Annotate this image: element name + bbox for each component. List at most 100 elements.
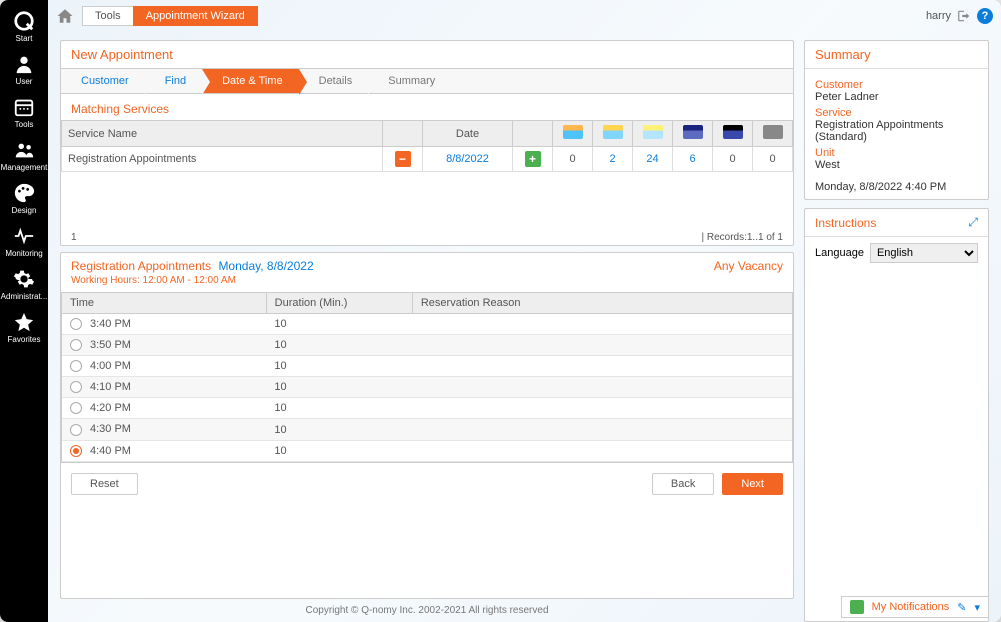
breadcrumb-tools[interactable]: Tools [82, 6, 134, 26]
summary-panel: Summary Customer Peter Ladner Service Re… [804, 40, 989, 200]
slots-scroll[interactable]: 3:40 PM103:50 PM104:00 PM104:10 PM104:20… [61, 314, 793, 463]
col-duration: Duration (Min.) [266, 293, 412, 314]
slot-row[interactable]: 3:50 PM10 [62, 335, 792, 356]
slot-row[interactable]: 4:10 PM10 [62, 377, 792, 398]
instructions-panel: Instructions ⤢ Language English [804, 208, 989, 622]
sidebar-monitoring[interactable]: Monitoring [2, 221, 46, 262]
col-date: Date [423, 121, 513, 147]
slot-row[interactable]: 4:40 PM10 [62, 440, 792, 461]
expand-icon[interactable]: ⤢ [968, 215, 978, 230]
sidebar-favorites[interactable]: Favorites [2, 307, 46, 348]
slots-hours: Working Hours: 12:00 AM - 12:00 AM [71, 275, 314, 286]
notifications-bar[interactable]: My Notifications ✎ ▾ [841, 596, 989, 618]
page-title: New Appointment [61, 41, 793, 68]
sidebar-label: Design [12, 206, 37, 215]
col-minus [383, 121, 423, 147]
sidebar-label: Tools [15, 120, 34, 129]
slot-row[interactable]: 3:40 PM10 [62, 314, 792, 335]
slot-row[interactable]: 4:20 PM10 [62, 398, 792, 419]
sidebar-label: Start [16, 34, 33, 43]
slot-radio[interactable] [70, 445, 82, 457]
star-icon [13, 311, 35, 333]
count-1[interactable]: 0 [553, 147, 593, 172]
step-find[interactable]: Find [145, 69, 202, 93]
col-service: Service Name [62, 121, 383, 147]
edit-icon[interactable]: ✎ [957, 601, 966, 614]
sidebar-admin[interactable]: Administrat... [2, 264, 46, 305]
count-2[interactable]: 2 [609, 153, 615, 165]
main: Tools Appointment Wizard harry ? New App… [48, 0, 1001, 622]
matching-title: Matching Services [61, 94, 793, 120]
gear-icon [13, 268, 35, 290]
summary-service-label: Service [815, 107, 978, 119]
sidebar-start[interactable]: Start [2, 6, 46, 47]
slots-date: Monday, 8/8/2022 [218, 259, 313, 273]
logout-icon[interactable] [957, 9, 971, 23]
col-p4 [673, 121, 713, 147]
step-datetime[interactable]: Date & Time [202, 69, 299, 93]
count-4[interactable]: 6 [689, 153, 695, 165]
language-select[interactable]: English [870, 243, 978, 263]
noon-icon [643, 125, 663, 139]
summary-title: Summary [805, 41, 988, 69]
slot-radio[interactable] [70, 360, 82, 372]
cell-service: Registration Appointments [62, 147, 383, 172]
slot-row[interactable]: 4:00 PM10 [62, 356, 792, 377]
any-vacancy-link[interactable]: Any Vacancy [714, 259, 783, 273]
calendar-icon [13, 96, 35, 118]
step-summary: Summary [368, 69, 451, 93]
breadcrumb-wizard[interactable]: Appointment Wizard [133, 6, 258, 26]
q-logo-icon [13, 10, 35, 32]
home-icon[interactable] [56, 7, 74, 25]
next-button[interactable]: Next [722, 473, 783, 495]
step-customer[interactable]: Customer [61, 69, 145, 93]
slot-radio[interactable] [70, 318, 82, 330]
col-total [753, 121, 793, 147]
count-3[interactable]: 24 [646, 153, 658, 165]
prev-date-button[interactable]: − [395, 151, 411, 167]
slot-radio[interactable] [70, 381, 82, 393]
sidebar-management[interactable]: Management [2, 135, 46, 176]
col-time: Time [62, 293, 267, 314]
summary-customer-label: Customer [815, 79, 978, 91]
summary-unit: West [815, 159, 978, 171]
people-icon [13, 139, 35, 161]
sidebar-design[interactable]: Design [2, 178, 46, 219]
col-p2 [593, 121, 633, 147]
count-5[interactable]: 0 [713, 147, 753, 172]
help-icon[interactable]: ? [977, 8, 993, 24]
slots-table-body: 3:40 PM103:50 PM104:00 PM104:10 PM104:20… [62, 314, 792, 462]
records-info: | Records:1..1 of 1 [701, 232, 783, 243]
count-6[interactable]: 0 [753, 147, 793, 172]
notifications-title: My Notifications [872, 601, 950, 613]
evening-icon [683, 125, 703, 139]
summary-customer: Peter Ladner [815, 91, 978, 103]
palette-icon [13, 182, 35, 204]
reset-button[interactable]: Reset [71, 473, 138, 495]
next-date-button[interactable]: + [525, 151, 541, 167]
sidebar-label: Management [1, 163, 48, 172]
cell-date[interactable]: 8/8/2022 [446, 153, 489, 165]
sidebar-label: Monitoring [5, 249, 42, 258]
back-button[interactable]: Back [652, 473, 714, 495]
filter-icon[interactable]: ▾ [974, 601, 980, 614]
summary-datetime: Monday, 8/8/2022 4:40 PM [815, 181, 978, 193]
early-morning-icon [563, 125, 583, 139]
slot-radio[interactable] [70, 339, 82, 351]
current-user[interactable]: harry [926, 10, 951, 22]
col-p3 [633, 121, 673, 147]
slot-radio[interactable] [70, 402, 82, 414]
slot-radio[interactable] [70, 424, 82, 436]
sidebar-label: Favorites [8, 335, 41, 344]
heartbeat-icon [13, 225, 35, 247]
summary-unit-label: Unit [815, 147, 978, 159]
step-details: Details [299, 69, 369, 93]
action-row: Reset Back Next [61, 463, 793, 505]
slots-service: Registration Appointments [71, 259, 211, 273]
slot-row[interactable]: 4:30 PM10 [62, 419, 792, 440]
sidebar-user[interactable]: User [2, 49, 46, 90]
notification-status-icon [850, 600, 864, 614]
sidebar-tools[interactable]: Tools [2, 92, 46, 133]
col-plus [513, 121, 553, 147]
matching-row[interactable]: Registration Appointments − 8/8/2022 + 0… [62, 147, 793, 172]
